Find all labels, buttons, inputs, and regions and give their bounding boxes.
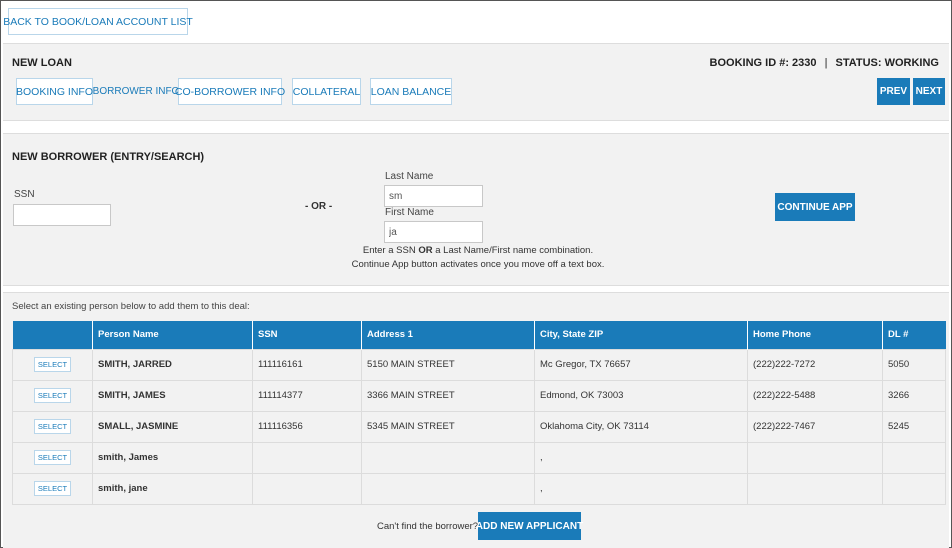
next-button[interactable]: NEXT [913, 78, 945, 105]
person-name-cell: smith, jane [92, 472, 253, 505]
person-name-cell: SMALL, JASMINE [92, 410, 253, 443]
select-button[interactable]: SELECT [33, 450, 72, 465]
column-header-ssn: SSN [252, 321, 362, 349]
table-row: SELECT SMITH, JAMES 111114377 3366 MAIN … [12, 379, 946, 412]
select-cell: SELECT [12, 441, 93, 474]
results-intro: Select an existing person below to add t… [12, 301, 250, 312]
dl-number-cell: 5245 [882, 410, 946, 443]
home-phone-cell: (222)222-5488 [747, 379, 883, 412]
dl-number-cell: 3266 [882, 379, 946, 412]
app-frame: BACK TO BOOK/LOAN ACCOUNT LIST NEW LOAN … [0, 0, 952, 548]
city-state-zip-cell: Oklahoma City, OK 73114 [534, 410, 748, 443]
city-state-zip-cell: Edmond, OK 73003 [534, 379, 748, 412]
select-button[interactable]: SELECT [33, 388, 72, 403]
person-name-cell: SMITH, JAMES [92, 379, 253, 412]
table-row: SELECT smith, James , [12, 441, 946, 474]
dl-number-cell: 5050 [882, 348, 946, 381]
first-name-input[interactable] [384, 221, 483, 243]
prev-button[interactable]: PREV [877, 78, 910, 105]
tab-co-borrower-info[interactable]: CO-BORROWER INFO [175, 78, 285, 105]
city-state-zip-cell: , [534, 441, 748, 474]
ssn-cell [252, 441, 362, 474]
people-table: Person Name SSN Address 1 City, State ZI… [12, 321, 946, 505]
table-row: SELECT SMALL, JASMINE 111116356 5345 MAI… [12, 410, 946, 443]
ssn-cell: 111116356 [252, 410, 362, 443]
status-label: STATUS: [835, 57, 882, 69]
person-name-cell: smith, James [92, 441, 253, 474]
column-header-select [12, 321, 93, 349]
select-cell: SELECT [12, 348, 93, 381]
hint-text-post: a Last Name/First name combination. [432, 245, 594, 256]
loan-header-panel: NEW LOAN BOOKING ID #: 2330 | STATUS: WO… [3, 43, 949, 121]
last-name-label: Last Name [385, 171, 434, 182]
column-header-address: Address 1 [361, 321, 535, 349]
table-header-row: Person Name SSN Address 1 City, State ZI… [12, 321, 946, 349]
ssn-input[interactable] [13, 204, 111, 226]
or-separator: - OR - [305, 201, 333, 212]
hint-text-or: OR [418, 245, 433, 256]
entry-hint-line2: Continue App button activates once you m… [351, 259, 605, 270]
dl-number-cell [882, 441, 946, 474]
tab-collateral[interactable]: COLLATERAL [292, 78, 361, 105]
city-state-zip-cell: , [534, 472, 748, 505]
address-cell: 3366 MAIN STREET [361, 379, 535, 412]
tab-loan-balance[interactable]: LOAN BALANCE [370, 78, 452, 105]
first-name-label: First Name [385, 207, 434, 218]
entry-title: NEW BORROWER (ENTRY/SEARCH) [12, 151, 205, 163]
table-row: SELECT SMITH, JARRED 111116161 5150 MAIN… [12, 348, 946, 381]
page-title: NEW LOAN [12, 57, 72, 69]
select-cell: SELECT [12, 410, 93, 443]
ssn-cell [252, 472, 362, 505]
column-header-city-state-zip: City, State ZIP [534, 321, 748, 349]
last-name-input[interactable] [384, 185, 483, 207]
ssn-cell: 111114377 [252, 379, 362, 412]
entry-hint-line1: Enter a SSN OR a Last Name/First name co… [333, 245, 623, 256]
cant-find-text: Can't find the borrower? [377, 521, 479, 532]
borrower-entry-panel: NEW BORROWER (ENTRY/SEARCH) SSN - OR - L… [3, 133, 949, 286]
address-cell: 5345 MAIN STREET [361, 410, 535, 443]
select-button[interactable]: SELECT [33, 357, 72, 372]
table-row: SELECT smith, jane , [12, 472, 946, 505]
home-phone-cell [747, 441, 883, 474]
back-to-list-button[interactable]: BACK TO BOOK/LOAN ACCOUNT LIST [3, 8, 193, 35]
ssn-label: SSN [14, 189, 35, 200]
ssn-cell: 111116161 [252, 348, 362, 381]
column-header-home-phone: Home Phone [747, 321, 883, 349]
select-cell: SELECT [12, 472, 93, 505]
booking-status: BOOKING ID #: 2330 | STATUS: WORKING [710, 57, 939, 69]
home-phone-cell: (222)222-7467 [747, 410, 883, 443]
home-phone-cell: (222)222-7272 [747, 348, 883, 381]
select-cell: SELECT [12, 379, 93, 412]
person-name-cell: SMITH, JARRED [92, 348, 253, 381]
status-value: WORKING [884, 57, 939, 69]
continue-app-button[interactable]: CONTINUE APP [775, 193, 855, 221]
city-state-zip-cell: Mc Gregor, TX 76657 [534, 348, 748, 381]
select-button[interactable]: SELECT [33, 419, 72, 434]
tab-borrower-info[interactable]: BORROWER INFO [93, 78, 180, 105]
tab-booking-info[interactable]: BOOKING INFO [16, 78, 93, 105]
address-cell [361, 472, 535, 505]
home-phone-cell [747, 472, 883, 505]
column-header-dl-number: DL # [882, 321, 946, 349]
column-header-person-name: Person Name [92, 321, 253, 349]
hint-text-pre: Enter a SSN [362, 245, 419, 256]
dl-number-cell [882, 472, 946, 505]
address-cell [361, 441, 535, 474]
select-button[interactable]: SELECT [33, 481, 72, 496]
status-separator: | [824, 57, 828, 69]
add-new-applicant-button[interactable]: ADD NEW APPLICANT [476, 512, 583, 540]
address-cell: 5150 MAIN STREET [361, 348, 535, 381]
booking-id-value: 2330 [792, 57, 817, 69]
booking-id-label: BOOKING ID #: [709, 57, 789, 69]
